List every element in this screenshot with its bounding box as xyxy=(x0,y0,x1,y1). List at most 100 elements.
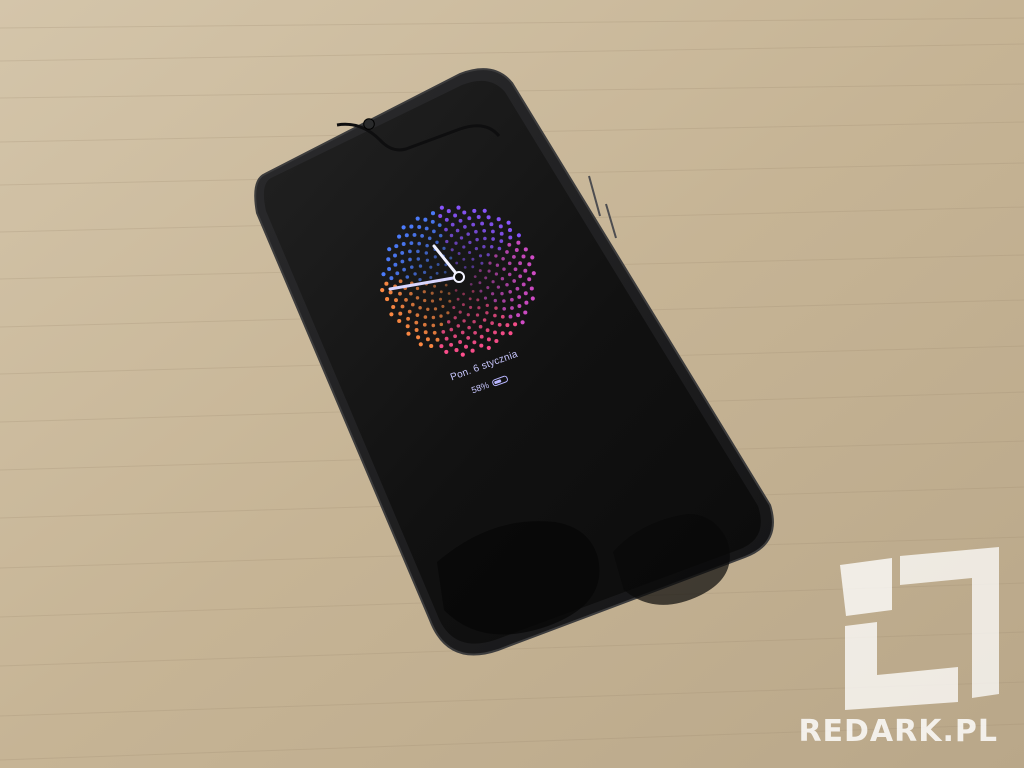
aod-dot xyxy=(500,291,504,296)
aod-dot xyxy=(456,324,461,328)
aod-dot xyxy=(513,267,518,272)
aod-dot xyxy=(454,241,458,245)
aod-dot xyxy=(482,245,486,249)
aod-dot xyxy=(444,336,449,341)
aod-dot xyxy=(449,256,453,260)
aod-dot xyxy=(523,247,528,252)
aod-dot xyxy=(404,233,409,238)
aod-dot xyxy=(415,286,420,291)
aod-dot xyxy=(389,312,394,317)
aod-dot xyxy=(405,275,410,279)
aod-dot xyxy=(423,217,428,222)
aod-dot xyxy=(454,348,459,353)
aod-dot xyxy=(448,299,452,303)
aod-dot xyxy=(395,271,400,276)
aod-dot xyxy=(423,330,428,335)
aod-dot xyxy=(500,277,505,281)
aod-dot xyxy=(523,310,528,315)
aod-dot xyxy=(385,297,390,302)
aod-dot xyxy=(417,241,422,246)
aod-dot xyxy=(432,330,437,335)
aod-dot xyxy=(480,221,485,226)
aod-dot xyxy=(467,325,471,330)
aod-dot xyxy=(455,228,460,233)
aod-dot xyxy=(416,249,420,254)
aod-dot xyxy=(474,229,478,234)
aod-dot xyxy=(444,349,449,354)
aod-dot xyxy=(418,277,422,282)
aod-dot xyxy=(462,292,465,296)
aod-dot xyxy=(470,348,475,353)
aod-dot xyxy=(422,322,427,327)
aod-dot xyxy=(516,233,521,238)
aod-dot xyxy=(416,257,421,261)
aod-dot xyxy=(441,304,445,308)
aod-dot xyxy=(447,292,451,295)
aod-dot xyxy=(501,257,505,261)
aod-dot xyxy=(496,217,501,222)
aod-dot xyxy=(459,236,464,240)
battery-level-fill xyxy=(493,378,502,384)
aod-dot xyxy=(473,275,477,278)
aod-dot xyxy=(494,272,499,276)
aod-dot xyxy=(524,300,529,305)
aod-dot xyxy=(423,315,428,319)
aod-dot xyxy=(386,257,391,262)
aod-dot xyxy=(474,246,479,251)
aod-dot xyxy=(406,316,411,321)
aod-dot xyxy=(449,233,454,238)
aod-dot xyxy=(432,229,436,234)
aod-dot xyxy=(510,297,514,302)
aod-dot xyxy=(387,247,392,252)
aod-dot xyxy=(389,276,394,281)
aod-dot xyxy=(387,266,392,272)
aod-dot xyxy=(418,306,422,310)
aod-dot xyxy=(433,284,437,288)
aod-dot xyxy=(483,236,487,241)
aod-dot xyxy=(475,313,480,317)
aod-dot xyxy=(425,337,430,342)
aod-dot xyxy=(485,328,490,333)
aod-dot xyxy=(493,330,497,335)
aod-dot xyxy=(478,269,482,273)
aod-dot xyxy=(468,240,472,245)
aod-dot xyxy=(510,306,514,310)
aod-dot xyxy=(482,228,487,233)
aod-dot xyxy=(479,343,484,348)
aod-dot xyxy=(435,271,439,275)
aod-dot xyxy=(494,338,499,344)
aod-dot xyxy=(489,245,494,249)
aod-dot xyxy=(520,320,525,325)
aod-dot xyxy=(409,224,414,229)
aod-dot xyxy=(472,208,477,213)
aod-dot xyxy=(409,291,413,296)
aod-dot xyxy=(471,265,475,269)
aod-dot xyxy=(502,299,506,303)
aod-dot xyxy=(414,328,419,332)
aod-dot xyxy=(468,297,472,301)
aod-dot xyxy=(439,205,444,210)
aod-dot xyxy=(431,323,436,328)
aod-dot xyxy=(415,216,420,221)
aod-dot xyxy=(444,217,449,222)
aod-dot xyxy=(438,297,443,301)
aod-dot xyxy=(430,291,434,295)
aod-dot xyxy=(469,305,473,309)
aod-dot xyxy=(430,219,435,224)
photo-scene: Pon. 6 stycznia 58% REDARK.PL xyxy=(0,0,1024,768)
aod-dot xyxy=(394,244,399,249)
aod-dot xyxy=(496,285,501,289)
aod-dot xyxy=(424,226,429,231)
aod-dot xyxy=(393,262,398,267)
aod-dot xyxy=(480,261,484,265)
aod-dot xyxy=(410,265,414,269)
aod-dot xyxy=(502,267,506,271)
aod-dot xyxy=(517,304,522,308)
aod-dot xyxy=(495,263,500,267)
aod-dot xyxy=(516,313,521,318)
aod-dot xyxy=(514,248,519,252)
aod-dot xyxy=(439,322,444,327)
aod-dot xyxy=(450,222,455,227)
aod-dot xyxy=(416,335,421,340)
aod-dot xyxy=(490,321,494,325)
